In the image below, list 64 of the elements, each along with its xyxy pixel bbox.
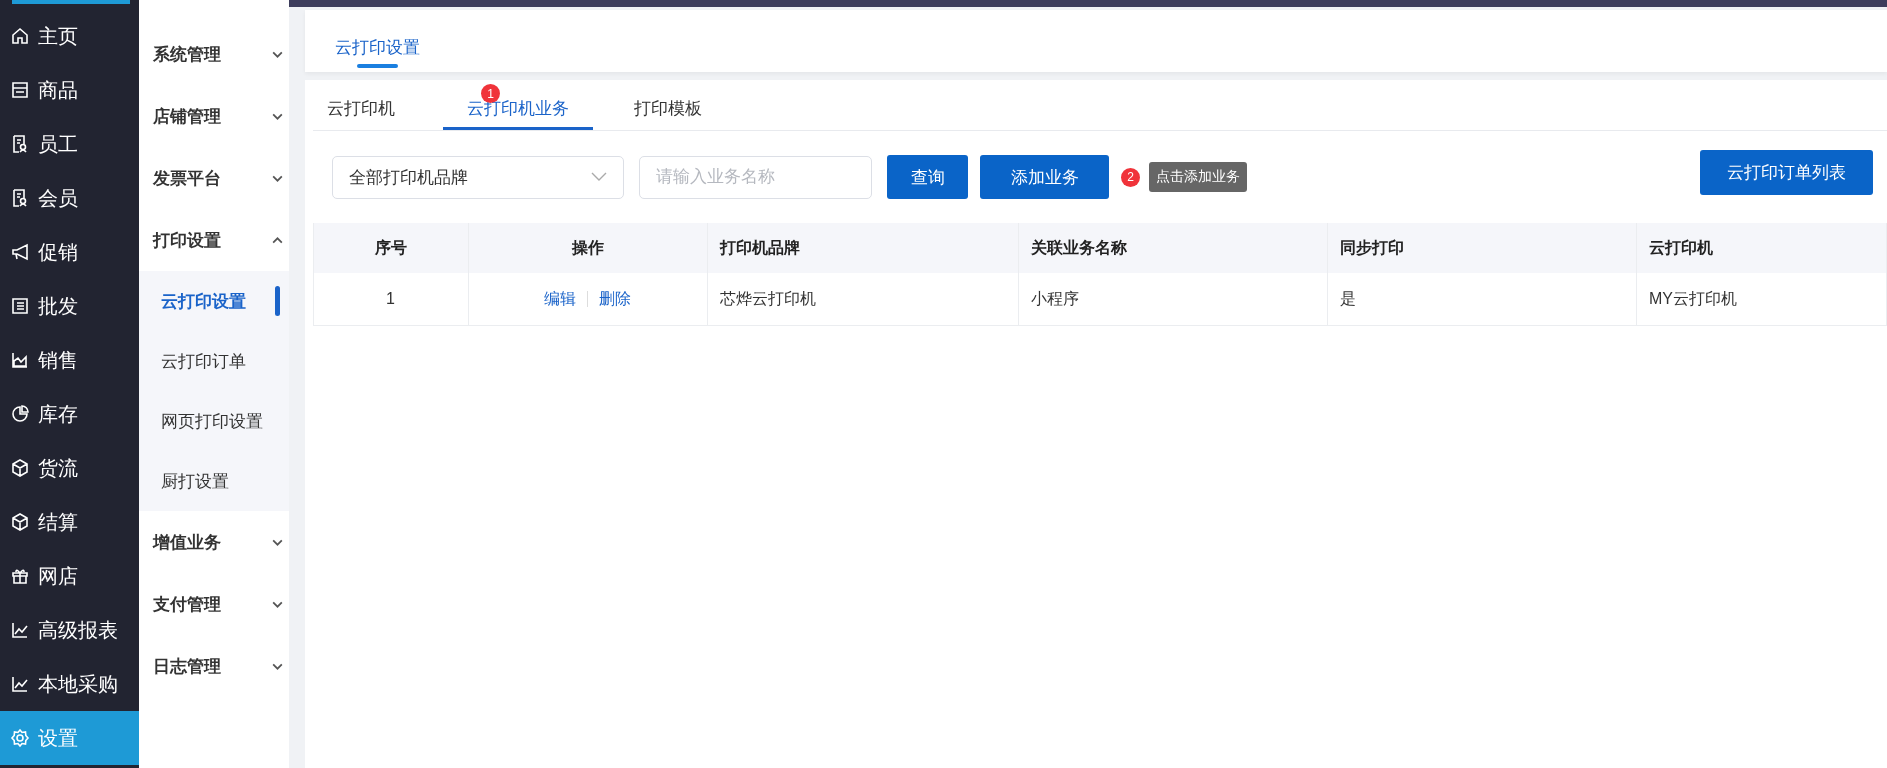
order-list-button[interactable]: 云打印订单列表 <box>1700 149 1873 195</box>
page-tab[interactable]: 云打印设置 <box>335 10 420 72</box>
nav-item[interactable]: 本地采购 <box>0 657 139 711</box>
nav-item[interactable]: 促销 <box>0 225 139 279</box>
nav-item[interactable]: 销售 <box>0 333 139 387</box>
table-cell: 是 <box>1327 273 1637 326</box>
submenu-item[interactable]: 云打印设置 <box>139 271 289 331</box>
nav-item[interactable]: 库存 <box>0 387 139 441</box>
menu-group[interactable]: 日志管理 <box>139 635 289 697</box>
list-icon <box>10 296 30 316</box>
line-icon <box>10 674 30 694</box>
column-header: 序号 <box>313 223 469 273</box>
column-header: 关联业务名称 <box>1018 223 1328 273</box>
submenu-item[interactable]: 云打印订单 <box>139 331 289 391</box>
menu-group[interactable]: 支付管理 <box>139 573 289 635</box>
gift-icon <box>10 566 30 586</box>
idcard-icon <box>10 188 30 208</box>
column-header: 云打印机 <box>1636 223 1887 273</box>
menu-group[interactable]: 店铺管理 <box>139 85 289 147</box>
table-cell: MY云打印机 <box>1636 273 1887 326</box>
nav-item[interactable]: 主页 <box>0 9 139 63</box>
cube-icon <box>10 458 30 478</box>
column-header: 打印机品牌 <box>707 223 1019 273</box>
menu-group[interactable]: 增值业务 <box>139 511 289 573</box>
nav-item[interactable]: 网店 <box>0 549 139 603</box>
nav-item[interactable]: 批发 <box>0 279 139 333</box>
column-header: 同步打印 <box>1327 223 1637 273</box>
brand-select[interactable]: 全部打印机品牌 <box>332 155 624 199</box>
nav-item[interactable]: 高级报表 <box>0 603 139 657</box>
nav-item[interactable]: 货流 <box>0 441 139 495</box>
query-button[interactable]: 查询 <box>887 155 968 199</box>
nav-item[interactable]: 商品 <box>0 63 139 117</box>
tooltip: 点击添加业务 <box>1149 162 1247 192</box>
menu-group[interactable]: 系统管理 <box>139 23 289 85</box>
submenu-item[interactable]: 厨打设置 <box>139 451 289 511</box>
search-field[interactable]: 请输入业务名称 <box>639 155 872 199</box>
action-link[interactable]: 编辑 <box>544 289 576 307</box>
table-cell: 1 <box>313 273 469 326</box>
caret-icon <box>591 172 607 182</box>
column-header: 操作 <box>468 223 708 273</box>
submenu-item[interactable]: 网页打印设置 <box>139 391 289 451</box>
active-indicator <box>275 286 280 316</box>
home-icon <box>10 26 30 46</box>
gear-icon <box>10 728 30 748</box>
cube-icon <box>10 512 30 532</box>
pie-icon <box>10 404 30 424</box>
idcard-icon <box>10 134 30 154</box>
tab[interactable]: 打印模板 <box>593 80 743 130</box>
nav-item[interactable]: 会员 <box>0 171 139 225</box>
tab[interactable]: 云打印机业务 1 <box>443 80 593 130</box>
store-icon <box>10 80 30 100</box>
nav-item[interactable]: 员工 <box>0 117 139 171</box>
nav-item[interactable]: 结算 <box>0 495 139 549</box>
megaphone-icon <box>10 242 30 262</box>
add-button[interactable]: 添加业务 <box>980 155 1109 199</box>
area-icon <box>10 350 30 370</box>
line-icon <box>10 620 30 640</box>
tab[interactable]: 云打印机 <box>313 80 443 130</box>
table-cell: 小程序 <box>1018 273 1328 326</box>
menu-group[interactable]: 发票平台 <box>139 147 289 209</box>
action-link[interactable]: 删除 <box>599 289 631 307</box>
step-badge: 2 <box>1121 167 1140 187</box>
table-cell: 芯烨云打印机 <box>707 273 1019 326</box>
menu-group[interactable]: 打印设置 <box>139 209 289 271</box>
